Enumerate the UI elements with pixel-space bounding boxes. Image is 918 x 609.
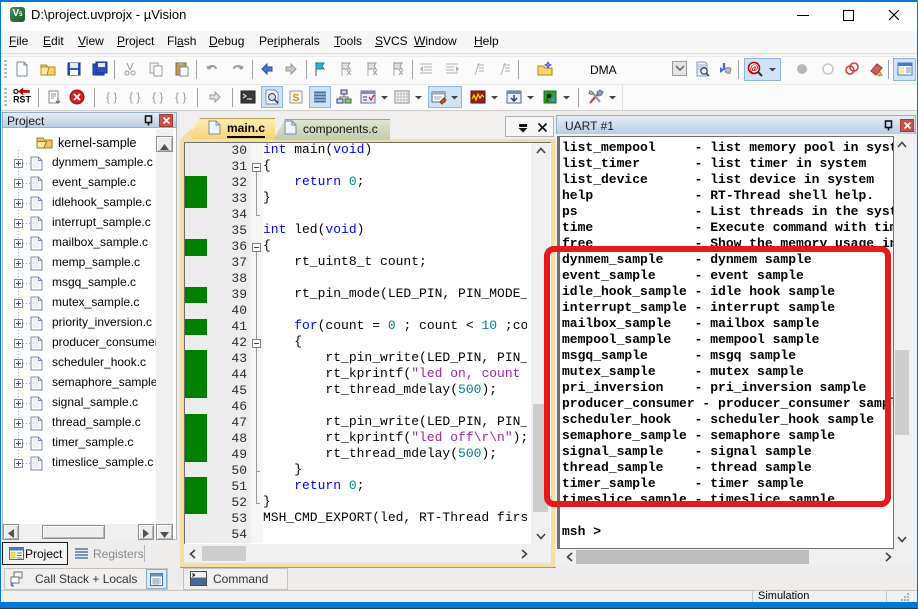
svg-text:@: @ bbox=[750, 63, 758, 73]
